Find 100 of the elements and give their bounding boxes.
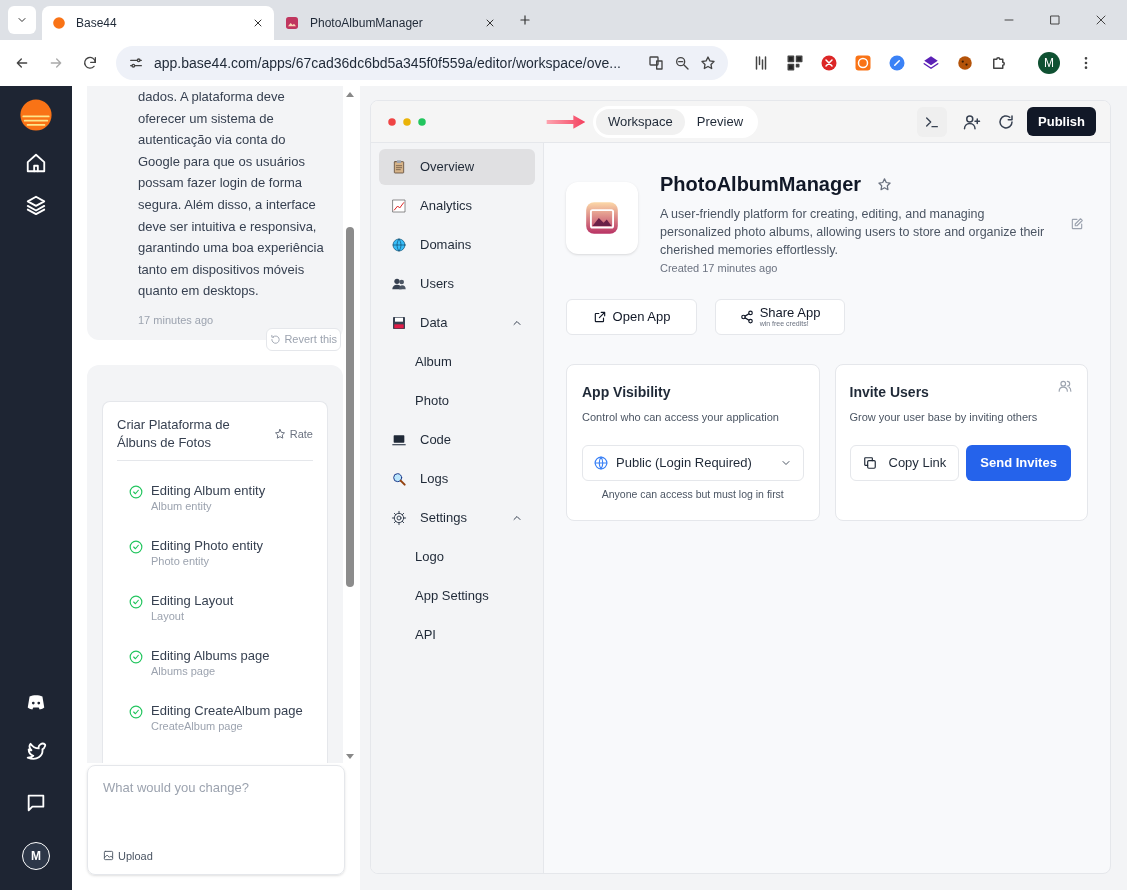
message-icon[interactable] (25, 792, 47, 814)
share-icon (739, 309, 754, 324)
users-icon (1058, 378, 1072, 393)
close-icon[interactable] (252, 17, 264, 29)
tab-title: PhotoAlbumManager (310, 15, 424, 32)
copy-link-button[interactable]: Copy Link (849, 445, 960, 481)
window-dots-icon (385, 116, 429, 127)
plus-icon[interactable] (518, 13, 532, 27)
star-icon[interactable] (877, 176, 893, 192)
star-icon (273, 427, 286, 440)
task-step-subtitle: CreateAlbum page (151, 718, 244, 733)
task-step-subtitle: Albums page (151, 663, 217, 678)
card-title: Invite Users (849, 382, 929, 402)
layers-icon[interactable] (25, 194, 47, 216)
task-step-subtitle: Layout (151, 608, 186, 623)
photo-icon (284, 15, 300, 31)
card-subtitle: Grow your user base by inviting others (849, 409, 1039, 425)
nav-label: Users (420, 275, 455, 294)
back-arrow-icon[interactable] (14, 55, 30, 71)
site-settings-icon (128, 55, 144, 71)
refresh-icon[interactable] (997, 112, 1016, 131)
maximize-icon[interactable] (1049, 14, 1061, 26)
task-step-title: Editing Albums page (151, 647, 270, 664)
reload-icon[interactable] (82, 55, 98, 71)
nav-subitem[interactable]: Logo (379, 539, 535, 575)
nav-label: Code (420, 431, 453, 450)
url-text: app.base44.com/apps/67cad36dc6bd5a345f0f559a/editor/workspace/ove... (154, 53, 622, 73)
close-circle-icon[interactable] (820, 54, 838, 72)
task-step-title: Editing Layout (151, 592, 234, 609)
nav-label: Logs (420, 470, 450, 489)
nav-label: Overview (420, 158, 476, 177)
cookie-icon[interactable] (956, 54, 974, 72)
photo-icon (583, 199, 621, 237)
view-tab[interactable]: Workspace (596, 108, 685, 135)
sun-logo-icon (52, 16, 66, 30)
image-icon (103, 850, 114, 862)
nav-icon (391, 276, 407, 292)
add-user-icon[interactable] (963, 112, 982, 131)
share-label: Share App (759, 306, 821, 319)
task-step-title: Editing CreateAlbum page (151, 702, 303, 719)
browser-tab[interactable]: PhotoAlbumManager (274, 6, 506, 40)
visibility-select[interactable]: Public (Login Required) (582, 445, 804, 481)
nav-icon (391, 315, 407, 331)
home-icon[interactable] (25, 152, 47, 174)
terminal-button[interactable] (917, 106, 948, 137)
nav-item[interactable]: Settings (379, 500, 535, 536)
message-time: 17 minutes ago (138, 312, 215, 328)
open-app-button[interactable]: Open App (566, 298, 697, 335)
translate-icon[interactable] (648, 55, 664, 71)
qr-code-icon[interactable] (786, 54, 804, 72)
browser-tab[interactable]: Base44 (42, 6, 274, 40)
app-name: PhotoAlbumManager (660, 172, 862, 197)
send-invites-button[interactable]: Send Invites (966, 445, 1071, 481)
nav-item[interactable]: Domains (379, 227, 535, 263)
task-title: Criar Plataforma de Álbuns de Fotos (117, 415, 231, 452)
nav-subitem[interactable]: Album (379, 344, 535, 380)
card-title: App Visibility (582, 382, 672, 402)
publish-button[interactable]: Publish (1027, 107, 1096, 136)
visibility-note: Anyone can access but must log in first (600, 487, 785, 502)
nav-item[interactable]: Code (379, 422, 535, 458)
prompt-field[interactable]: What would you change? Upload (87, 765, 345, 875)
layers-icon[interactable] (922, 54, 940, 72)
upload-button[interactable]: Upload (103, 847, 153, 864)
created-time: Created 17 minutes ago (660, 261, 779, 276)
profile-avatar[interactable]: M (1038, 52, 1060, 74)
nav-icon (391, 237, 407, 253)
puzzle-icon[interactable] (990, 54, 1008, 72)
task-step-subtitle: Photo entity (151, 553, 211, 568)
nav-label: Settings (420, 509, 468, 528)
nav-icon (391, 198, 407, 214)
nav-label: Domains (420, 236, 473, 255)
copy-icon (862, 456, 877, 470)
user-avatar[interactable]: M (22, 842, 50, 870)
close-icon[interactable] (1095, 14, 1107, 26)
task-step-subtitle: Album entity (151, 498, 213, 513)
nav-icon (391, 510, 407, 526)
rate-button[interactable]: Rate (273, 425, 313, 443)
nav-subitem[interactable]: Photo (379, 383, 535, 419)
nav-item[interactable]: Analytics (379, 188, 535, 224)
app-description: A user-friendly platform for creating, editing, and managing personalized photo albums, allowing users to store and organize their cherished memories effortlessly. (660, 206, 1046, 259)
external-link-icon (592, 309, 607, 324)
nav-label: Analytics (420, 197, 474, 216)
nav-label: Data (420, 314, 449, 333)
nav-icon (391, 159, 407, 175)
task-step-title: Editing Album entity (151, 482, 266, 499)
task-step-title: Editing Photo entity (151, 537, 264, 554)
nav-item[interactable]: Overview (379, 149, 535, 185)
undo-icon (270, 334, 282, 346)
nav-subitem[interactable]: API (379, 617, 535, 653)
nav-item[interactable]: Users (379, 266, 535, 302)
close-icon[interactable] (484, 17, 496, 29)
zoom-icon[interactable] (674, 55, 690, 71)
nav-icon (391, 471, 407, 487)
nav-item[interactable]: Logs (379, 461, 535, 497)
star-icon[interactable] (700, 55, 716, 71)
nav-subitem[interactable]: App Settings (379, 578, 535, 614)
address-bar[interactable]: app.base44.com/apps/67cad36dc6bd5a345f0f559a/editor/workspace/ove... (116, 46, 728, 80)
nav-item[interactable]: Data (379, 305, 535, 341)
nav-icon (391, 432, 407, 448)
sun-logo-icon[interactable] (19, 98, 53, 132)
